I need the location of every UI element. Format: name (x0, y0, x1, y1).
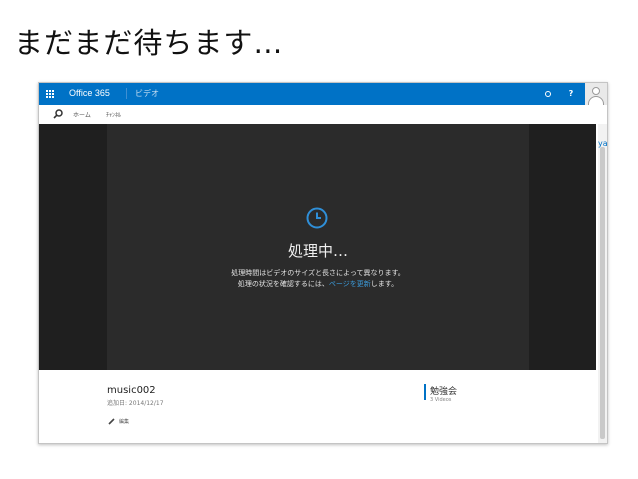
channel-video-count: 3 Videos (430, 397, 452, 403)
channel-name[interactable]: 勉強会 (430, 384, 457, 397)
app-launcher-icon[interactable] (39, 83, 61, 105)
video-title: music002 (107, 385, 156, 396)
avatar[interactable] (585, 83, 607, 105)
processing-title: 処理中… (287, 242, 348, 260)
processing-message: 処理時間はビデオのサイズと長さによって異なります。 (231, 269, 405, 277)
video-info-panel: music002 追加日: 2014/12/17 編集 勉強会 3 Videos (39, 370, 596, 443)
video-stage: 処理中… 処理時間はビデオのサイズと長さによって異なります。 処理の状況を確認す… (39, 124, 596, 370)
status-text-after: します。 (370, 280, 399, 288)
status-text-before: 処理の状況を確認するには、 (237, 280, 329, 288)
video-date: 追加日: 2014/12/17 (107, 400, 164, 407)
gear-icon[interactable] (539, 83, 557, 105)
cropped-side-text: ya (598, 139, 608, 148)
nav-home-link[interactable]: ホーム (73, 110, 91, 119)
nav-channel-link[interactable]: ﾁｬﾝﾈﾙ (106, 110, 121, 119)
refresh-page-link[interactable]: ページを更新 (329, 280, 371, 288)
video-nav-bar: ホーム ﾁｬﾝﾈﾙ (39, 105, 607, 124)
scrollbar-thumb[interactable] (600, 147, 605, 439)
processing-status-message: 処理の状況を確認するには、ページを更新します。 (107, 279, 529, 289)
channel-accent-bar (424, 384, 426, 400)
edit-link[interactable]: 編集 (119, 418, 129, 425)
video-player: 処理中… 処理時間はビデオのサイズと長さによって異なります。 処理の状況を確認す… (107, 124, 529, 370)
office365-brand[interactable]: Office 365 (69, 88, 110, 98)
browser-window: Office 365 ビデオ ? ホーム ﾁｬﾝﾈﾙ 処理中… 処理時間はビデオ… (38, 82, 608, 444)
office365-suite-bar: Office 365 ビデオ ? (39, 83, 607, 105)
help-icon[interactable]: ? (563, 83, 579, 105)
app-name-video[interactable]: ビデオ (126, 88, 159, 99)
search-icon[interactable] (52, 108, 64, 120)
slide-title: まだまだ待ちます… (14, 26, 284, 60)
pencil-icon[interactable] (108, 418, 115, 425)
clock-icon (306, 207, 328, 229)
